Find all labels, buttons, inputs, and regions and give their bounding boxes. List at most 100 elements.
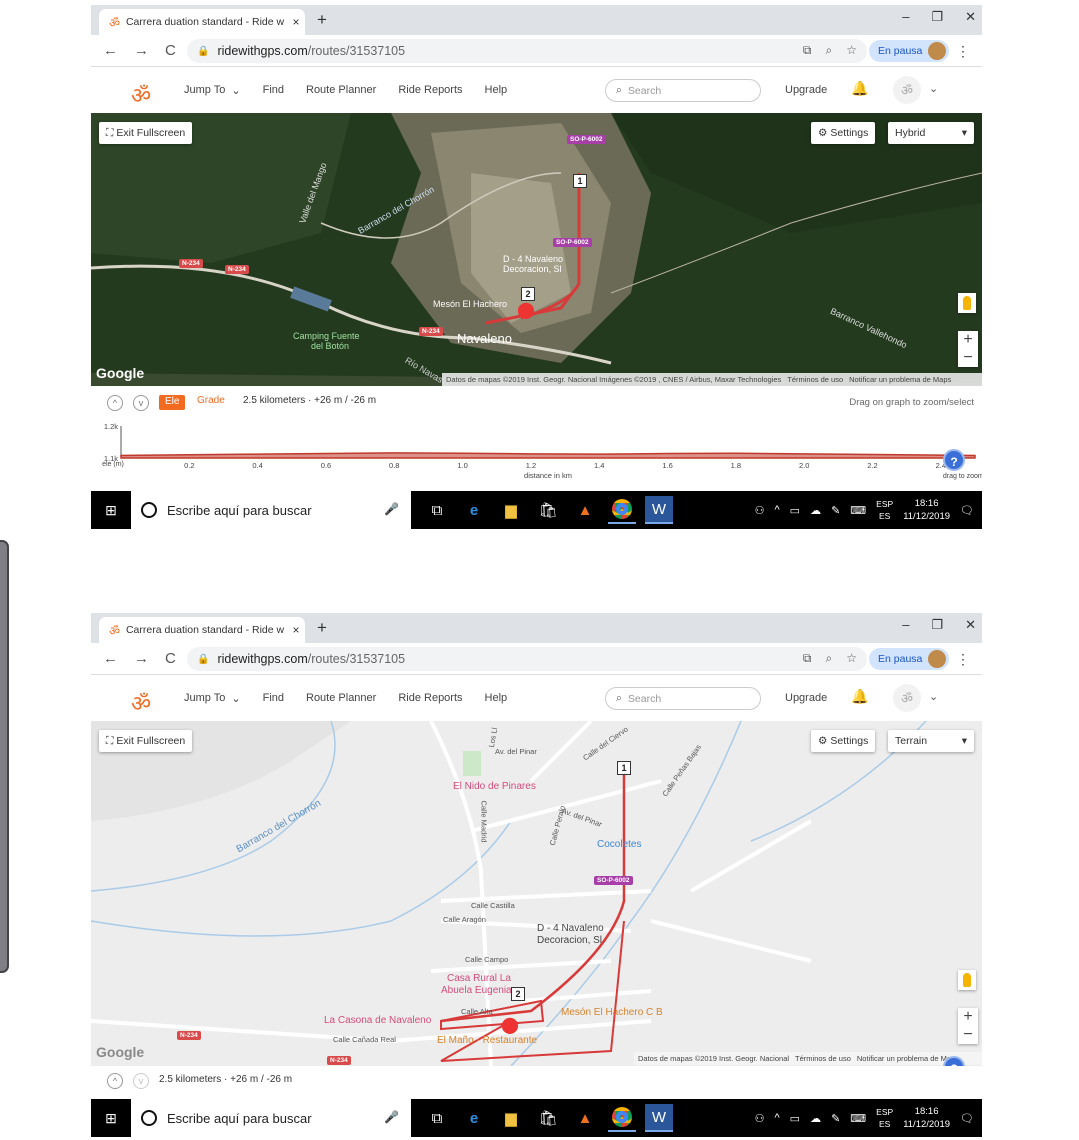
poi-el-mano[interactable]: El Maño - Restaurante	[437, 1035, 537, 1046]
restore-button[interactable]: ❐	[931, 617, 943, 633]
minimize-button[interactable]: –	[902, 9, 909, 25]
url-bar[interactable]: 🔒 ridewithgps.com/routes/31537105 ⧉ ⌕ ☆	[187, 39, 867, 63]
word-icon[interactable]: W	[645, 1104, 673, 1132]
new-tab-button[interactable]: +	[317, 618, 327, 638]
grade-tab[interactable]: Grade	[197, 395, 225, 406]
close-window-button[interactable]: ✕	[965, 617, 976, 633]
back-button[interactable]: ←	[103, 650, 118, 667]
zoom-in-button[interactable]: +	[958, 1008, 978, 1026]
file-explorer-icon[interactable]: ▆	[497, 1104, 525, 1132]
browser-tab[interactable]: ॐ Carrera duation standard - Ride w ×	[99, 617, 305, 643]
exit-fullscreen-button[interactable]: ⛶ Exit Fullscreen	[99, 730, 193, 752]
menu-jump-to[interactable]: Jump To	[184, 84, 225, 97]
map-pin-icon[interactable]: ⬤	[501, 1015, 519, 1035]
taskbar-search-input[interactable]: Escribe aquí para buscar 🎤	[131, 491, 411, 529]
collapse-up-icon[interactable]: ^	[107, 1073, 123, 1089]
close-window-button[interactable]: ✕	[965, 9, 976, 25]
menu-find[interactable]: Find	[263, 84, 284, 97]
new-tab-button[interactable]: +	[317, 10, 327, 30]
site-search-input[interactable]: ⌕ Search	[605, 687, 761, 710]
user-avatar[interactable]: ॐ	[893, 76, 921, 104]
site-search-input[interactable]: ⌕ Search	[605, 79, 761, 102]
notifications-icon[interactable]: 🗨	[960, 504, 974, 517]
people-icon[interactable]: ⚇	[755, 1112, 765, 1125]
terms-link[interactable]: Términos de uso	[795, 1054, 851, 1063]
expand-down-icon[interactable]: v	[133, 1073, 149, 1089]
browser-menu-icon[interactable]: ⋮	[956, 651, 970, 668]
pen-icon[interactable]: ✎	[831, 504, 840, 517]
chrome-icon[interactable]	[608, 1104, 636, 1132]
tab-close-icon[interactable]: ×	[287, 15, 305, 29]
expand-down-icon[interactable]: v	[133, 395, 149, 411]
people-icon[interactable]: ⚇	[755, 504, 765, 517]
exit-fullscreen-button[interactable]: ⛶ Exit Fullscreen	[99, 122, 193, 144]
menu-help[interactable]: Help	[485, 692, 508, 705]
onedrive-icon[interactable]: ☁	[810, 504, 821, 517]
tray-chevron-icon[interactable]: ^	[774, 504, 779, 516]
collapse-up-icon[interactable]: ^	[107, 395, 123, 411]
forward-button[interactable]: →	[134, 650, 149, 667]
menu-jump-to[interactable]: Jump To	[184, 692, 225, 705]
map-type-select[interactable]: Terrain ▾	[888, 730, 974, 752]
tray-chevron-icon[interactable]: ^	[774, 1112, 779, 1124]
zoom-icon[interactable]: ⌕	[826, 43, 833, 58]
store-icon[interactable]: 🛍	[534, 1104, 562, 1132]
zoom-in-button[interactable]: +	[958, 331, 978, 349]
pegman-icon[interactable]	[958, 970, 976, 990]
back-button[interactable]: ←	[103, 42, 118, 59]
translate-icon[interactable]: ⧉	[803, 651, 812, 666]
side-drag-handle[interactable]	[0, 540, 9, 973]
menu-route-planner[interactable]: Route Planner	[306, 84, 376, 97]
restore-button[interactable]: ❐	[931, 9, 943, 25]
report-problem-link[interactable]: Notificar un problema de Maps	[849, 375, 951, 384]
user-avatar[interactable]: ॐ	[893, 684, 921, 712]
url-bar[interactable]: 🔒 ridewithgps.com/routes/31537105 ⧉ ⌕ ☆	[187, 647, 867, 671]
microphone-icon[interactable]: 🎤	[384, 502, 399, 516]
clock[interactable]: 18:16 11/12/2019	[903, 497, 950, 523]
task-view-icon[interactable]: ⧉	[423, 496, 451, 524]
zoom-out-button[interactable]: −	[958, 349, 978, 367]
route-marker[interactable]: 1	[617, 761, 631, 775]
poi-decoracion[interactable]: D - 4 Navaleno	[537, 923, 604, 934]
browser-menu-icon[interactable]: ⋮	[956, 43, 970, 60]
ele-tab[interactable]: Ele	[159, 395, 186, 410]
keyboard-icon[interactable]: ⌨	[850, 1112, 866, 1125]
route-marker[interactable]: 2	[511, 987, 525, 1001]
ridewithgps-logo[interactable]: ॐ	[131, 688, 151, 718]
keyboard-icon[interactable]: ⌨	[850, 504, 866, 517]
terrain-map[interactable]: ⛶ Exit Fullscreen ⚙ Settings Terrain ▾ Call…	[91, 721, 982, 1066]
microphone-icon[interactable]: 🎤	[384, 1110, 399, 1124]
reload-button[interactable]: C	[165, 650, 176, 667]
elevation-chart[interactable]: 1.2k1.1k0.2 0.4 0.6 0.8 1.0 1.2 1.4 1.6 1.8 2.0 2.…	[91, 420, 982, 492]
poi-la-casona[interactable]: La Casona de Navaleno	[324, 1015, 431, 1026]
zoom-icon[interactable]: ⌕	[826, 651, 833, 666]
profile-paused-button[interactable]: En pausa	[869, 40, 949, 62]
clock[interactable]: 18:16 11/12/2019	[903, 1105, 950, 1131]
menu-route-planner[interactable]: Route Planner	[306, 692, 376, 705]
user-menu-chevron-icon[interactable]: ⌄	[929, 82, 938, 95]
route-marker[interactable]: 2	[521, 287, 535, 301]
language-indicator[interactable]: ESP ES	[876, 1106, 893, 1130]
vlc-icon[interactable]: ▲	[571, 1104, 599, 1132]
pegman-icon[interactable]	[958, 293, 976, 313]
forward-button[interactable]: →	[134, 42, 149, 59]
word-icon[interactable]: W	[645, 496, 673, 524]
map-settings-button[interactable]: ⚙ Settings	[811, 730, 876, 752]
menu-ride-reports[interactable]: Ride Reports	[398, 692, 462, 705]
store-icon[interactable]: 🛍	[534, 496, 562, 524]
onedrive-icon[interactable]: ☁	[810, 1112, 821, 1125]
user-menu-chevron-icon[interactable]: ⌄	[929, 690, 938, 703]
windows-start-icon[interactable]: ⊞	[91, 491, 131, 529]
menu-find[interactable]: Find	[263, 692, 284, 705]
bookmark-star-icon[interactable]: ☆	[846, 43, 857, 58]
poi-casa-rural[interactable]: Casa Rural La	[447, 973, 511, 984]
menu-ride-reports[interactable]: Ride Reports	[398, 84, 462, 97]
notifications-icon[interactable]: 🗨	[960, 1112, 974, 1125]
upgrade-link[interactable]: Upgrade	[785, 692, 827, 704]
ridewithgps-logo[interactable]: ॐ	[131, 80, 151, 110]
route-marker[interactable]: 1	[573, 174, 587, 188]
terms-link[interactable]: Términos de uso	[787, 375, 843, 384]
notification-bell-icon[interactable]: 🔔	[851, 80, 868, 97]
windows-start-icon[interactable]: ⊞	[91, 1099, 131, 1137]
map-settings-button[interactable]: ⚙ Settings	[811, 122, 876, 144]
